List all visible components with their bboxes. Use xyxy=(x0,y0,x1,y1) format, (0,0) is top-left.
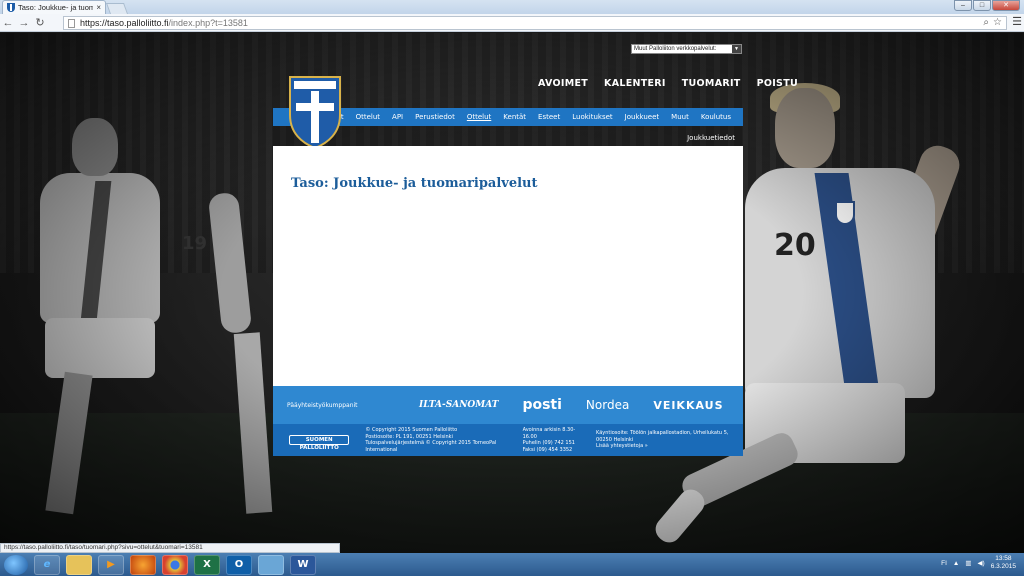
footer-col-address: Käyntiosoite: Töölön jalkapallostadion, … xyxy=(596,430,743,450)
clock-date: 6.3.2015 xyxy=(990,563,1016,570)
status-bar: https://taso.palloliitto.fi/taso/tuomari… xyxy=(0,543,340,553)
internet-explorer-icon[interactable]: e xyxy=(34,554,60,575)
windows-taskbar: e ▶ X O W FI ▲ ▥ ◀) 13:58 6.3.2015 xyxy=(0,553,1024,576)
top-nav-tuomarit[interactable]: TUOMARIT xyxy=(674,78,749,89)
main-nav-item[interactable]: Luokitukset xyxy=(566,113,618,121)
services-select-value: Muut Palloliiton verkkopalvelut: xyxy=(634,46,717,52)
main-nav: Pelaajat Ottelut API Perustiedot Ottelut… xyxy=(273,108,743,126)
language-indicator[interactable]: FI xyxy=(941,560,947,567)
bookmark-star-icon[interactable]: ☆ xyxy=(993,17,1002,28)
main-nav-item[interactable]: Koulutus xyxy=(695,113,737,121)
top-nav-avoimet[interactable]: AVOIMET xyxy=(530,78,596,89)
url-path: /index.php?t=13581 xyxy=(168,18,248,28)
footer-text: Tulospalvelujärjestelmä © Copyright 2015… xyxy=(365,440,497,453)
top-nav: AVOIMET KALENTERI TUOMARIT POISTU xyxy=(530,78,806,89)
clock[interactable]: 13:58 6.3.2015 xyxy=(991,555,1016,571)
sponsor-nordea-logo[interactable]: Nordea xyxy=(586,398,629,412)
main-nav-item[interactable]: Kentät xyxy=(497,113,532,121)
sponsor-iltasanomat-logo[interactable]: ILTA-SANOMAT xyxy=(419,400,498,410)
palloliitto-logo[interactable] xyxy=(288,75,342,149)
close-window-icon[interactable]: ✕ xyxy=(992,0,1020,11)
main-nav-item-active[interactable]: Ottelut xyxy=(461,113,497,121)
browser-tab[interactable]: Taso: Joukkue- ja tuomari × xyxy=(2,0,106,14)
main-nav-item[interactable]: API xyxy=(386,113,409,121)
footer-logo[interactable]: SUOMEN PALLOLIITTO xyxy=(289,435,350,451)
sponsor-bar: Pääyhteistyökumppanit ILTA-SANOMAT posti… xyxy=(273,386,743,424)
volume-icon[interactable]: ◀) xyxy=(978,559,985,567)
footer-text: Faksi (09) 454 3352 xyxy=(522,446,573,453)
sponsor-veikkaus-logo[interactable]: VEIKKAUS xyxy=(653,399,723,412)
windows-start-icon[interactable] xyxy=(4,554,28,575)
footer-text: Käyntiosoite: Töölön jalkapallostadion, … xyxy=(596,430,729,443)
select-arrow-icon: ▼ xyxy=(732,45,741,53)
media-player-icon[interactable]: ▶ xyxy=(98,554,124,575)
main-nav-item[interactable]: Perustiedot xyxy=(409,113,461,121)
maximize-icon[interactable]: □ xyxy=(973,0,991,11)
window-controls: – □ ✕ xyxy=(954,0,1020,11)
document-icon[interactable] xyxy=(258,554,284,575)
top-nav-poistu[interactable]: POISTU xyxy=(749,78,806,89)
main-nav-item[interactable]: Muut xyxy=(665,113,695,121)
tab-close-icon[interactable]: × xyxy=(96,3,101,12)
site-footer: SUOMEN PALLOLIITTO © Copyright 2015 Suom… xyxy=(273,424,743,456)
page-icon xyxy=(68,18,75,28)
sponsors-label: Pääyhteistyökumppanit xyxy=(287,401,358,409)
file-explorer-icon[interactable] xyxy=(66,554,92,575)
reload-icon[interactable]: ↻ xyxy=(32,15,48,31)
zoom-icon[interactable]: ⌕ xyxy=(983,17,989,28)
palloliitto-favicon-icon xyxy=(7,3,15,12)
firefox-icon[interactable] xyxy=(130,554,156,575)
footer-text: Avoinna arkisin 8.30-16.00 xyxy=(522,427,576,440)
forward-arrow-icon[interactable]: → xyxy=(16,15,32,31)
menu-icon[interactable]: ☰ xyxy=(1012,15,1022,28)
more-contact-link[interactable]: Lisää yhteystietoja » xyxy=(596,443,743,450)
page-viewport: 19 20 Muut Palloliiton verkkopalvelut: ▼… xyxy=(0,33,1024,553)
new-tab-button[interactable] xyxy=(105,3,129,14)
footer-col-copyright: © Copyright 2015 Suomen Palloliitto Post… xyxy=(365,427,506,453)
clock-time: 13:58 xyxy=(995,555,1012,562)
footer-col-contact: Avoinna arkisin 8.30-16.00 Puhelin (09) … xyxy=(523,427,580,453)
omnibox-actions: ⌕ ☆ xyxy=(983,17,1002,28)
tray-arrow-icon[interactable]: ▲ xyxy=(953,560,959,567)
footer-text: Puhelin (09) 742 151 xyxy=(522,440,575,446)
main-nav-item[interactable]: Joukkueet xyxy=(619,113,665,121)
services-select[interactable]: Muut Palloliiton verkkopalvelut: ▼ xyxy=(631,44,742,54)
back-arrow-icon[interactable]: ← xyxy=(0,15,16,31)
system-tray: FI ▲ ▥ ◀) 13:58 6.3.2015 xyxy=(941,555,1016,571)
sponsor-posti-logo[interactable]: posti xyxy=(522,397,561,413)
address-bar[interactable]: https://taso.palloliitto.fi /index.php?t… xyxy=(63,16,1007,30)
content-panel: Taso: Joukkue- ja tuomaripalvelut xyxy=(273,146,743,386)
main-nav-item[interactable]: Ottelut xyxy=(350,113,386,121)
url-host: https://taso.palloliitto.fi xyxy=(80,18,169,28)
word-icon[interactable]: W xyxy=(290,554,316,575)
browser-titlebar: Taso: Joukkue- ja tuomari × – □ ✕ xyxy=(0,0,1024,14)
outlook-icon[interactable]: O xyxy=(226,554,252,575)
browser-toolbar: ← → ↻ https://taso.palloliitto.fi /index… xyxy=(0,14,1024,32)
excel-icon[interactable]: X xyxy=(194,554,220,575)
tab-title: Taso: Joukkue- ja tuomari xyxy=(18,3,94,12)
sub-nav-joukkuetiedot[interactable]: Joukkuetiedot xyxy=(687,134,735,142)
page-title: Taso: Joukkue- ja tuomaripalvelut xyxy=(291,176,538,191)
minimize-icon[interactable]: – xyxy=(954,0,972,11)
top-nav-kalenteri[interactable]: KALENTERI xyxy=(596,78,674,89)
network-icon[interactable]: ▥ xyxy=(965,559,971,567)
sub-nav: Joukkuetiedot xyxy=(273,126,743,146)
chrome-icon[interactable] xyxy=(162,554,188,575)
main-nav-item[interactable]: Esteet xyxy=(532,113,566,121)
